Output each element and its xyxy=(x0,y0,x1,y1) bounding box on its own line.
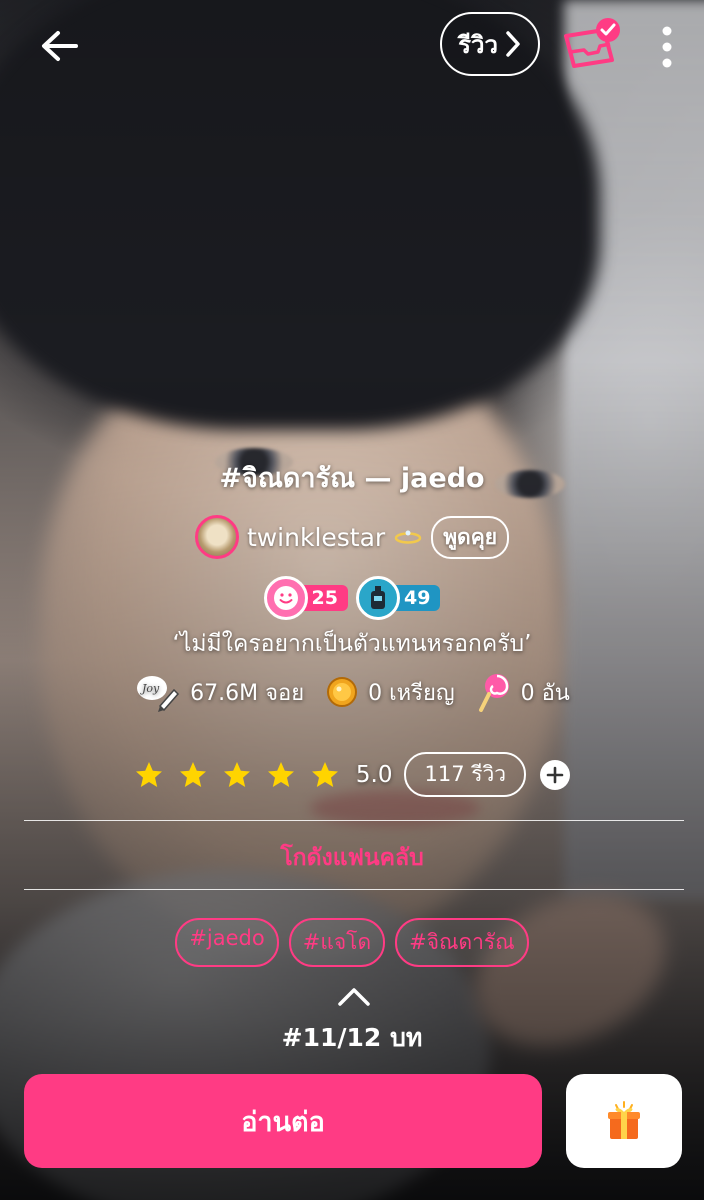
level-badge-blue: 49 xyxy=(356,576,441,620)
rating-score: 5.0 xyxy=(355,761,393,788)
author-badges: 25 49 xyxy=(0,576,704,620)
svg-text:Joy: Joy xyxy=(140,682,160,695)
lollipop-icon xyxy=(478,674,509,712)
star-icon xyxy=(311,761,338,787)
bottle-icon xyxy=(371,586,385,609)
back-button[interactable] xyxy=(36,22,84,70)
add-review-button[interactable] xyxy=(540,759,571,790)
coin-icon xyxy=(327,677,358,707)
divider xyxy=(24,820,684,821)
chat-button[interactable]: พูดคุย xyxy=(431,515,510,559)
review-button[interactable]: รีวิว xyxy=(440,12,540,76)
continue-reading-button[interactable]: อ่านต่อ xyxy=(24,1074,542,1168)
divider xyxy=(24,889,684,890)
plus-icon xyxy=(546,766,564,783)
ring-icon xyxy=(394,530,422,544)
star-icon xyxy=(267,761,294,787)
coins-stat: 0 เหรียญ xyxy=(326,675,455,710)
coins-count: 0 เหรียญ xyxy=(368,680,455,706)
more-vertical-icon xyxy=(662,26,672,68)
tag-list: #jaedo #แจโด #จิณดารัณ xyxy=(0,918,704,967)
star-icon xyxy=(223,761,250,787)
review-button-label: รีวิว xyxy=(458,30,498,59)
episode-progress: #11/12 บท xyxy=(281,1023,423,1052)
review-count-button[interactable]: 117 รีวิว xyxy=(404,752,527,797)
arrow-left-icon xyxy=(42,31,78,61)
joy-pen-icon: Joy xyxy=(137,676,180,712)
views-count: 67.6M จอย xyxy=(190,680,305,706)
story-title: #จิณดารัณ — jaedo xyxy=(219,463,485,494)
author-row: twinklestar พูดคุย xyxy=(0,512,704,562)
tag-chip[interactable]: #jaedo xyxy=(175,918,279,967)
star-icon xyxy=(135,761,162,787)
views-stat: Joy 67.6M จอย xyxy=(134,672,304,712)
top-bar: รีวิว xyxy=(0,0,704,92)
candies-stat: 0 อัน xyxy=(477,672,570,712)
library-check-icon xyxy=(564,18,620,68)
chevron-right-icon xyxy=(506,31,520,57)
story-tagline: ‘ไม่มีใครอยากเป็นตัวแทนหรอกครับ’ xyxy=(172,631,532,657)
star-rating xyxy=(134,760,340,790)
more-options-button[interactable] xyxy=(652,22,682,72)
rating-row: 5.0 117 รีวิว xyxy=(0,752,704,797)
fanclub-link[interactable]: โกดังแฟนคลับ xyxy=(0,840,704,876)
author-name[interactable]: twinklestar xyxy=(247,523,385,552)
candies-count: 0 อัน xyxy=(520,680,570,706)
tag-chip[interactable]: #แจโด xyxy=(288,918,386,967)
author-avatar[interactable] xyxy=(194,515,239,559)
story-stats: Joy 67.6M จอย 0 เหรียญ 0 อัน xyxy=(0,672,704,712)
add-to-library-button[interactable] xyxy=(560,16,626,74)
level-badge-pink: 25 xyxy=(263,576,348,620)
smile-face-icon xyxy=(273,586,298,610)
gift-button[interactable] xyxy=(566,1074,682,1168)
chevron-up-icon[interactable] xyxy=(336,984,372,1008)
tag-chip[interactable]: #จิณดารัณ xyxy=(395,918,529,967)
gift-icon xyxy=(608,1101,640,1139)
star-icon xyxy=(179,761,206,787)
